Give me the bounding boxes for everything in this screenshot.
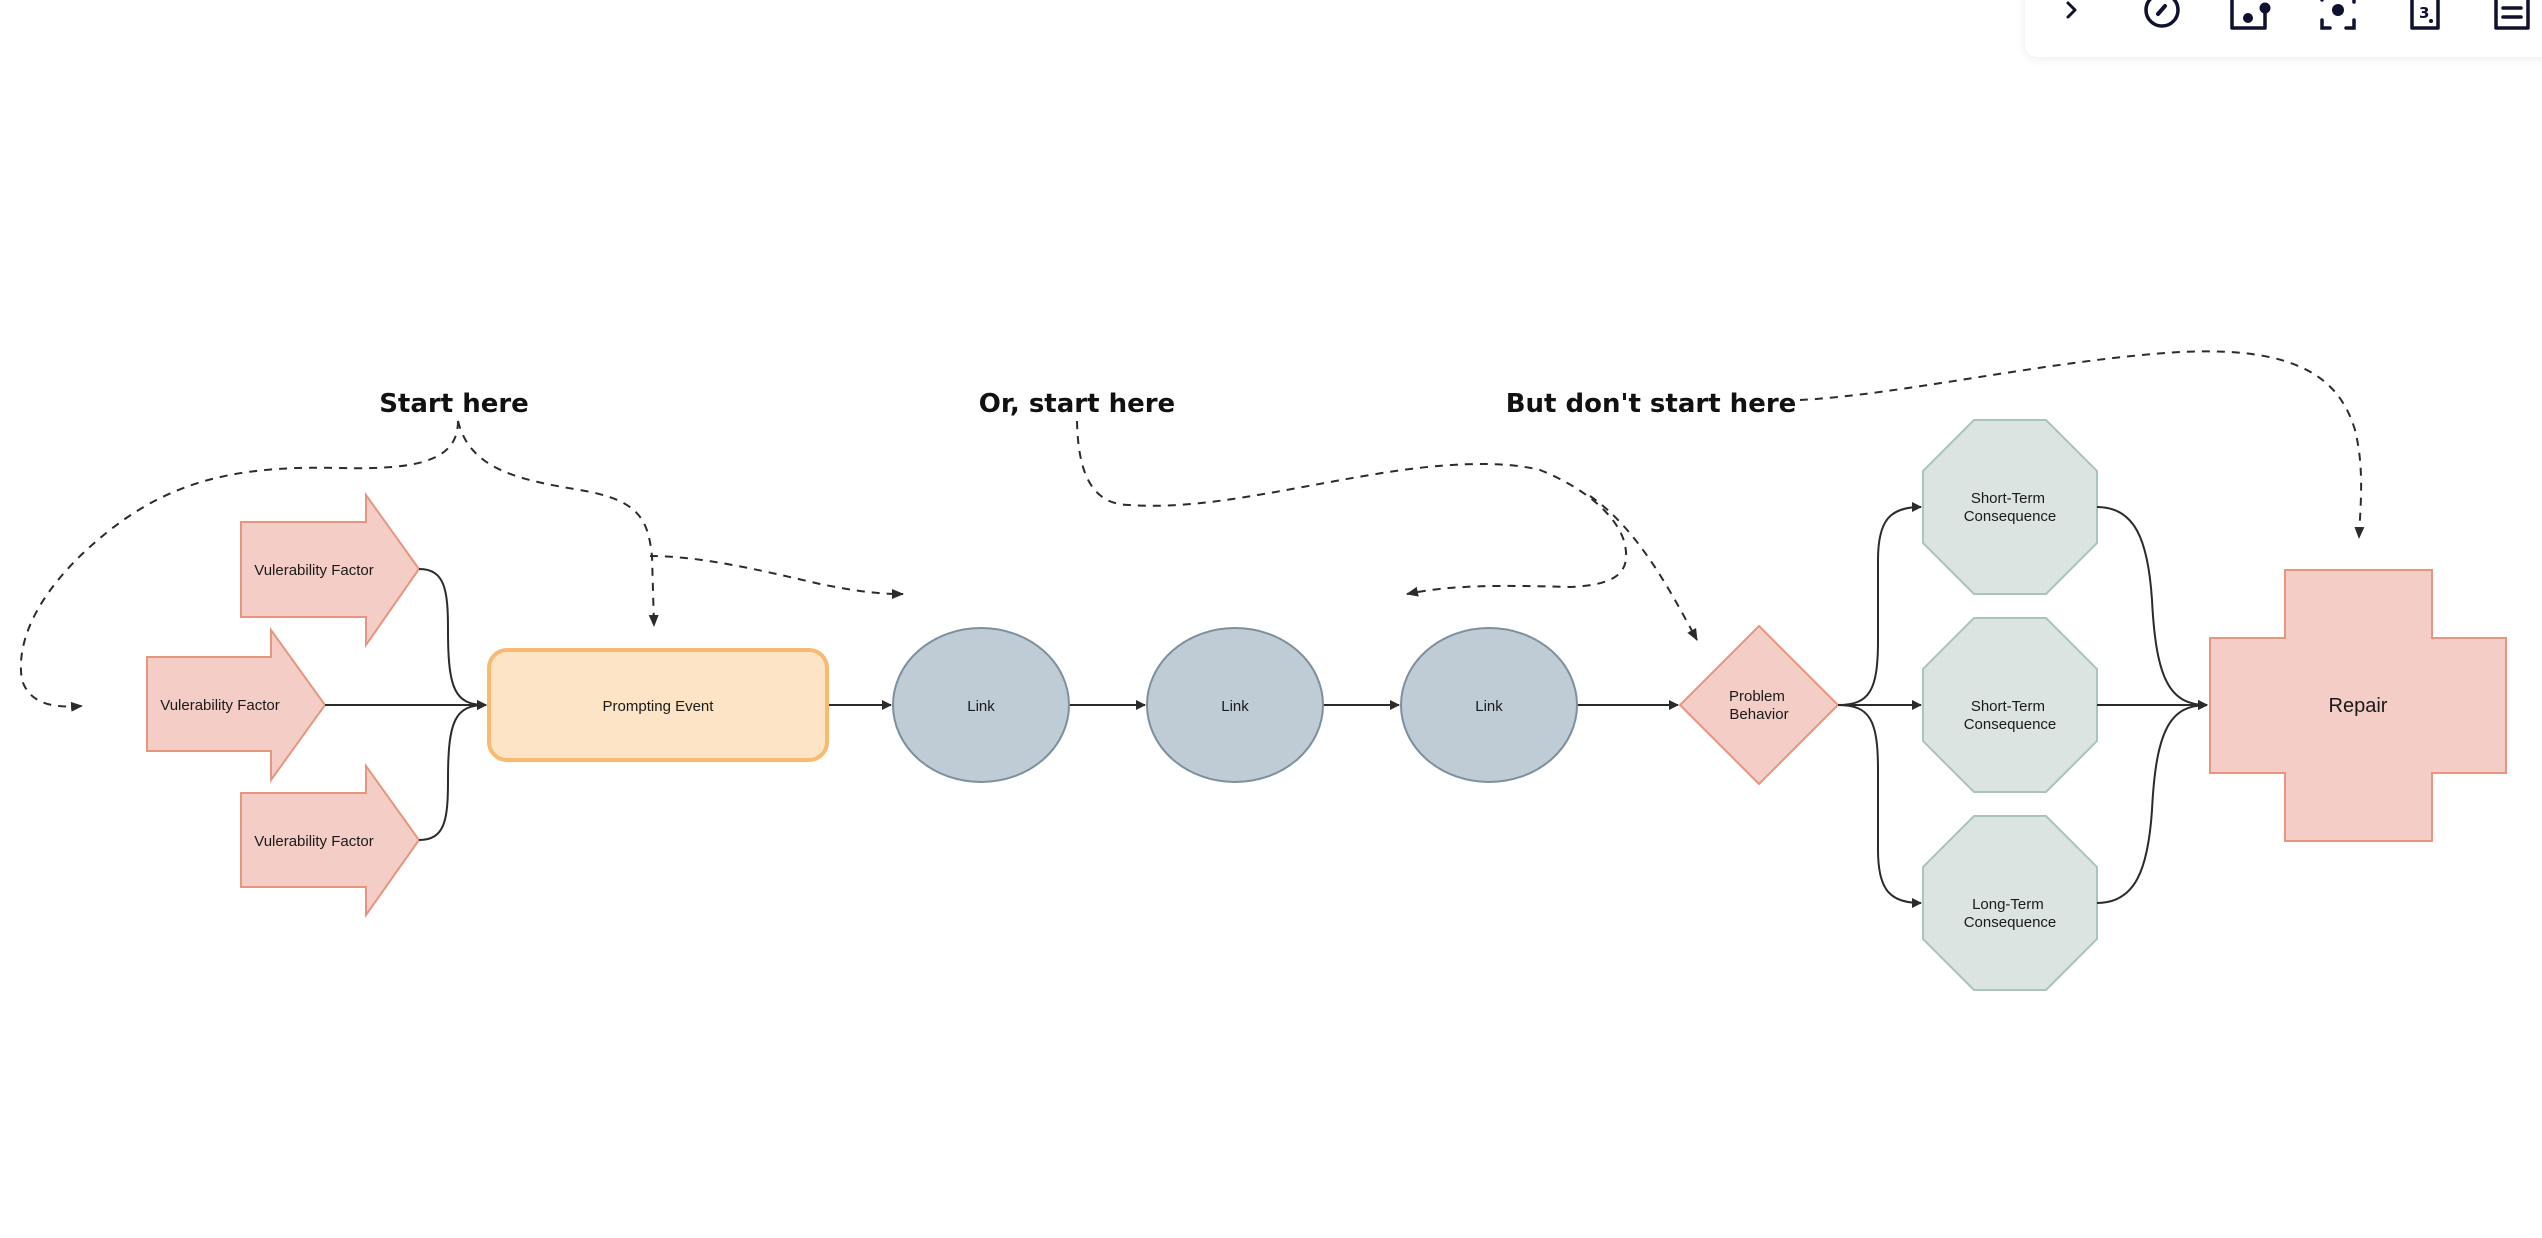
notes-button[interactable] bbox=[2490, 0, 2534, 36]
chevron-right-icon bbox=[2066, 1, 2077, 19]
svg-text:3: 3 bbox=[2419, 4, 2429, 22]
consequence-node-3[interactable]: Long-Term Consequence bbox=[1922, 815, 2098, 991]
problem-behavior-label: Problem Behavior bbox=[1729, 688, 1789, 723]
annotation-or-start-here[interactable]: Or, start here bbox=[979, 389, 1175, 419]
consequence-node-1[interactable]: Short-Term Consequence bbox=[1922, 419, 2098, 595]
vulnerability-factor-1[interactable]: Vulerability Factor bbox=[240, 491, 421, 649]
vulnerability-factor-2[interactable]: Vulerability Factor bbox=[146, 626, 327, 784]
vulnerability-factor-3-label: Vulerability Factor bbox=[254, 833, 374, 850]
presentation-toolbar: 3 bbox=[2025, 0, 2542, 57]
connector-problem-consequence1[interactable] bbox=[1837, 502, 1922, 706]
annotation-dont-start-here[interactable]: But don't start here bbox=[1506, 389, 1797, 419]
link-node-2[interactable]: Link bbox=[1146, 627, 1324, 783]
dashed-connector-or-start-link[interactable] bbox=[1076, 420, 1628, 597]
link-node-1[interactable]: Link bbox=[892, 627, 1070, 783]
collapse-toolbar-button[interactable] bbox=[2050, 0, 2094, 36]
connector-consequence1-repair[interactable] bbox=[2096, 506, 2208, 710]
prompting-event[interactable]: Prompting Event bbox=[487, 648, 829, 762]
link-node-1-label: Link bbox=[967, 698, 995, 715]
vulnerability-factor-2-label: Vulerability Factor bbox=[160, 697, 280, 714]
frame-button[interactable] bbox=[2228, 0, 2272, 36]
consequence-node-3-label: Long-Term Consequence bbox=[1964, 896, 2057, 931]
prompting-event-label: Prompting Event bbox=[603, 698, 715, 715]
diagram-canvas: Start here Or, start here But don't star… bbox=[19, 350, 2507, 991]
repair-node[interactable]: Repair bbox=[2209, 569, 2507, 842]
gauge-icon bbox=[2144, 0, 2180, 28]
annotation-start-here[interactable]: Start here bbox=[379, 389, 529, 419]
link-node-3[interactable]: Link bbox=[1400, 627, 1578, 783]
focus-icon bbox=[2320, 0, 2356, 30]
presentation-mode-button[interactable] bbox=[2140, 0, 2184, 36]
connector-vf1-prompting[interactable] bbox=[418, 568, 487, 710]
problem-behavior[interactable]: Problem Behavior bbox=[1678, 624, 1840, 786]
numbered-page-icon: 3 bbox=[2410, 0, 2440, 30]
link-node-3-label: Link bbox=[1475, 698, 1503, 715]
consequence-node-2[interactable]: Short-Term Consequence bbox=[1922, 617, 2098, 793]
consequence-node-2-label: Short-Term Consequence bbox=[1964, 698, 2057, 733]
connector-vf3-prompting[interactable] bbox=[418, 700, 487, 841]
dashed-connector-start-branch[interactable] bbox=[649, 555, 904, 599]
frame-icon bbox=[2230, 0, 2271, 30]
repair-node-label: Repair bbox=[2329, 695, 2388, 717]
notes-icon bbox=[2494, 0, 2530, 30]
dashed-connector-or-start-problem[interactable] bbox=[1589, 495, 1698, 641]
vulnerability-factor-1-label: Vulerability Factor bbox=[254, 562, 374, 579]
link-node-2-label: Link bbox=[1221, 698, 1249, 715]
focus-button[interactable] bbox=[2316, 0, 2360, 36]
page-numbers-button[interactable]: 3 bbox=[2403, 0, 2447, 36]
dashed-connector-start-prompting[interactable] bbox=[457, 420, 659, 627]
vulnerability-factor-3[interactable]: Vulerability Factor bbox=[240, 762, 421, 919]
consequence-node-1-label: Short-Term Consequence bbox=[1964, 490, 2057, 525]
connector-problem-consequence3[interactable] bbox=[1837, 704, 1922, 908]
connector-consequence3-repair[interactable] bbox=[2096, 700, 2208, 904]
